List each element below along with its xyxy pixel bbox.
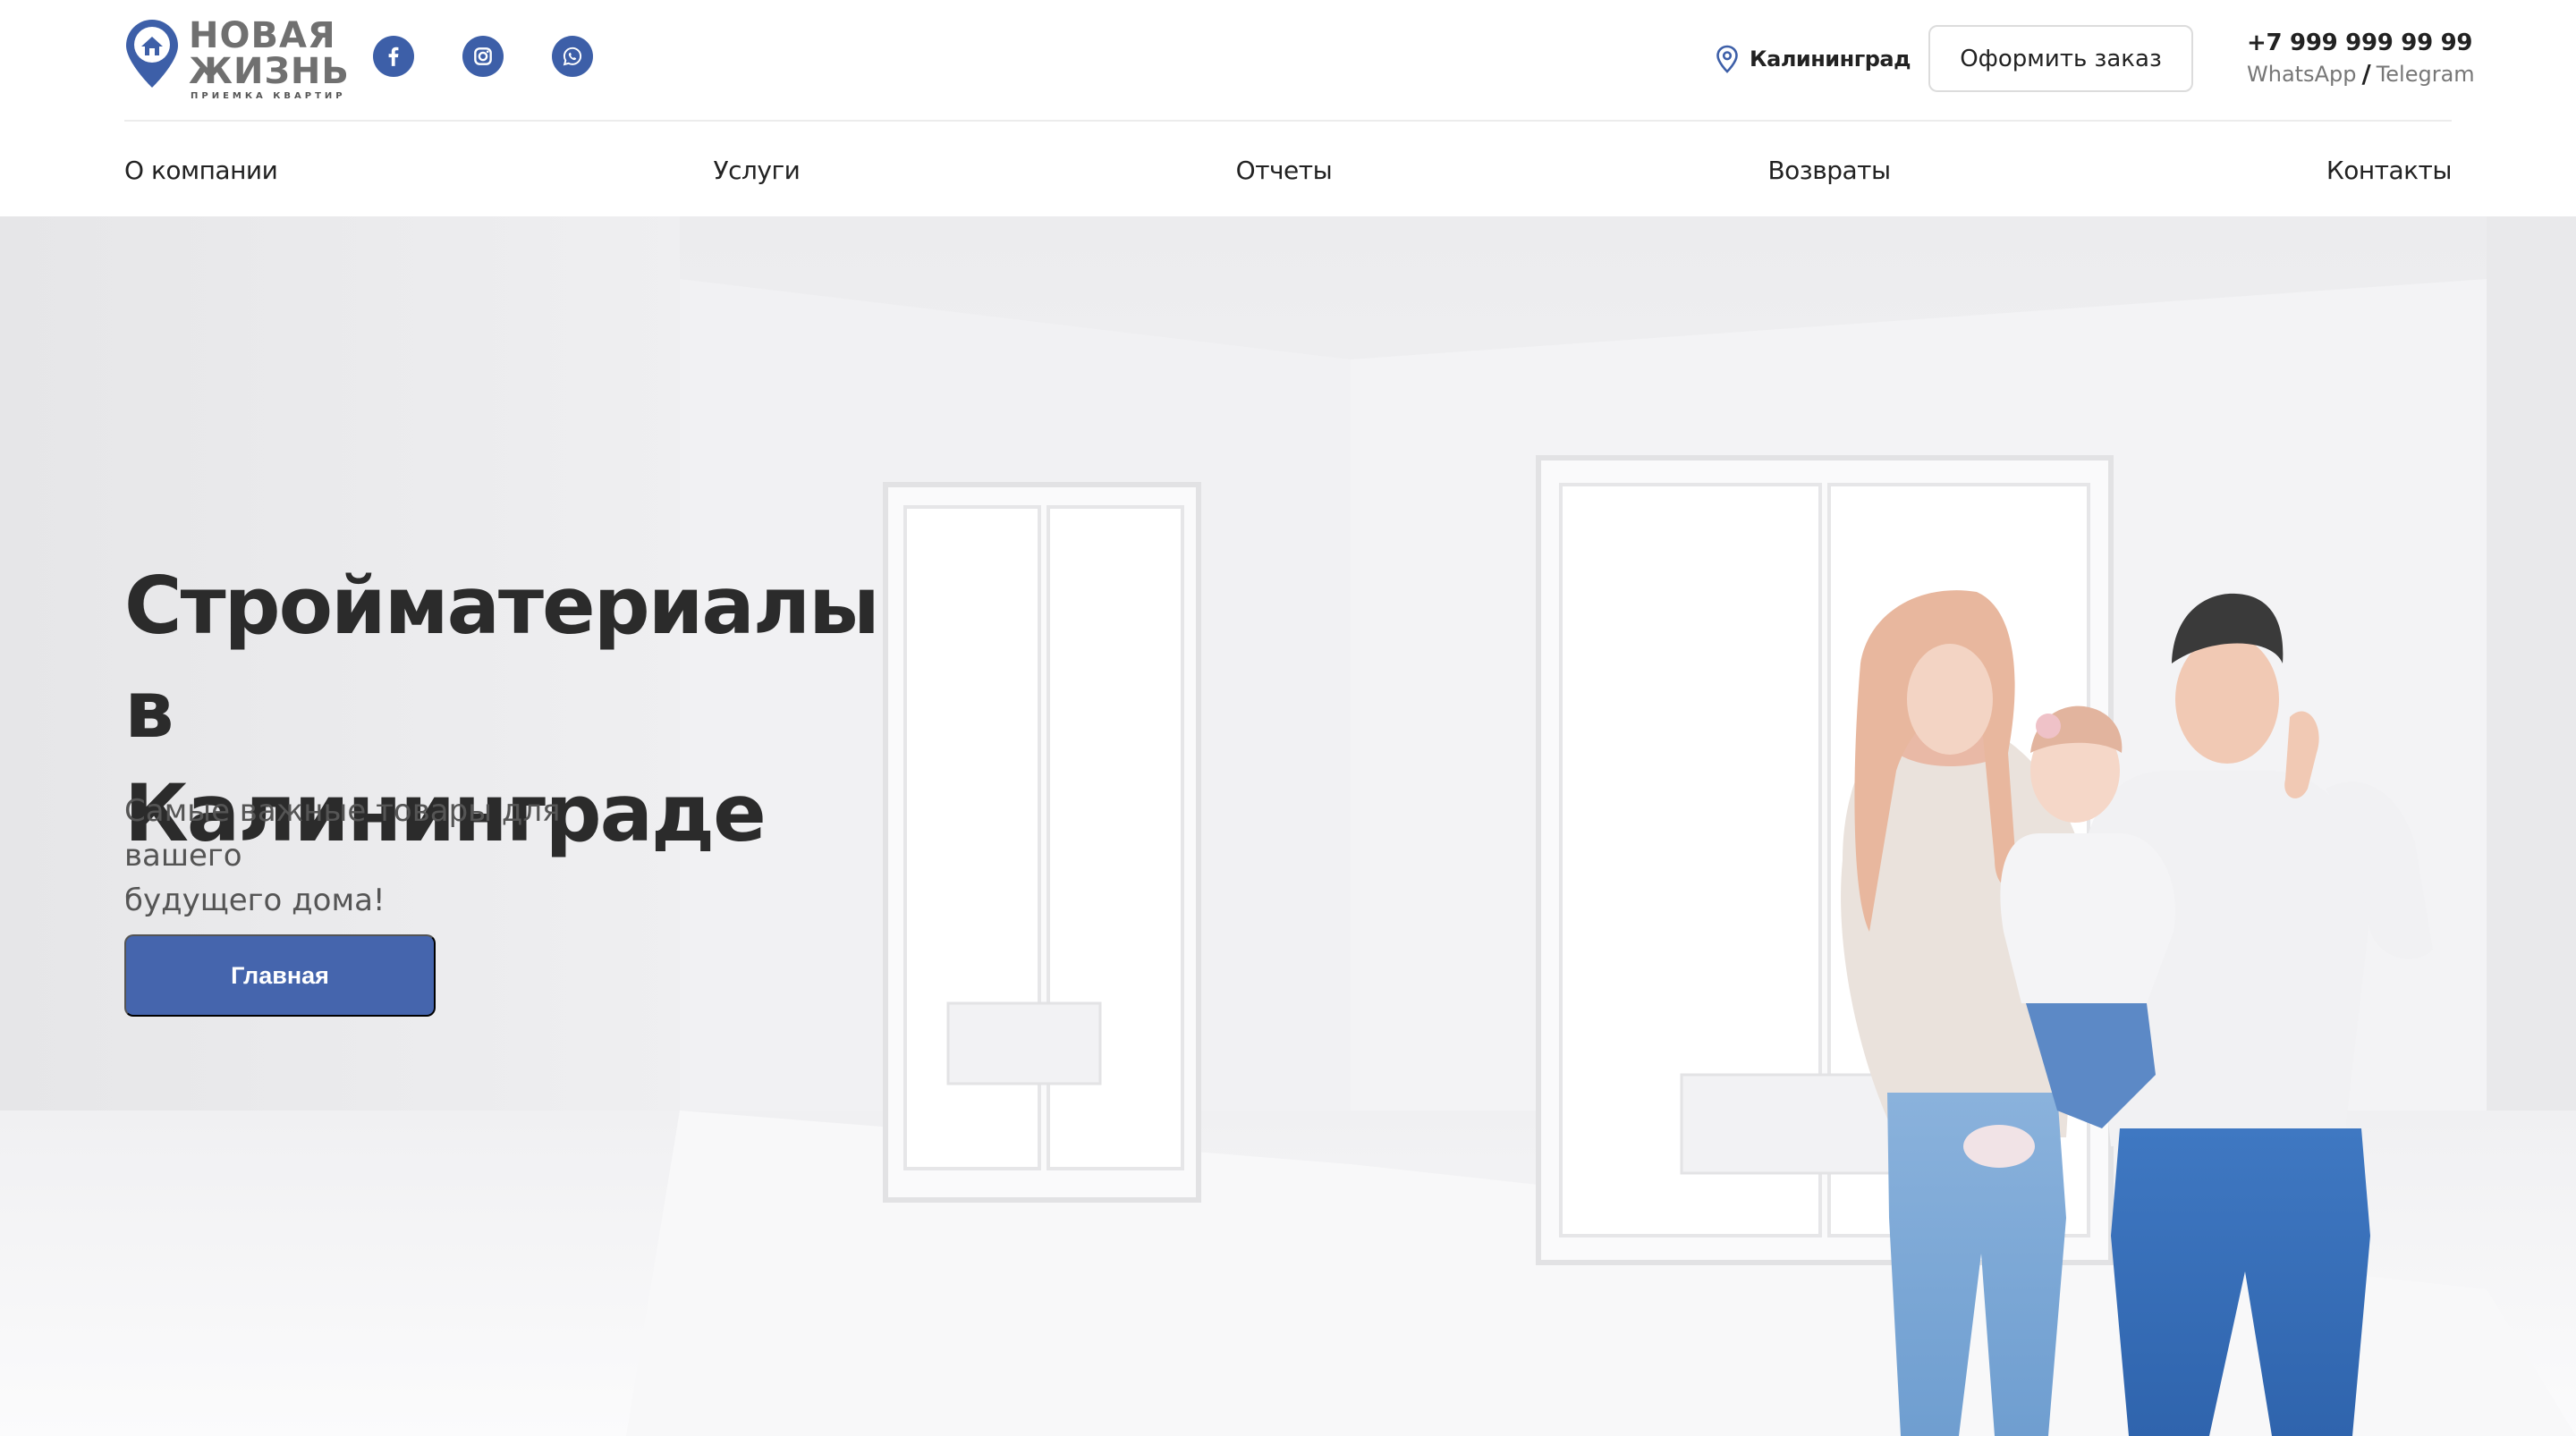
phone-link[interactable]: +7 999 999 99 99 bbox=[2247, 27, 2475, 59]
whatsapp-link[interactable] bbox=[552, 36, 593, 77]
hero-subtitle: Самые важные товары для вашего будущего … bbox=[124, 789, 679, 923]
facebook-icon bbox=[388, 46, 399, 66]
main-nav: О компании Услуги Отчеты Возвраты Контак… bbox=[124, 143, 2452, 197]
site-header: НОВАЯ ЖИЗНЬ ПРИЕМКА КВАРТИР Калининград … bbox=[0, 0, 2576, 216]
hero-subtitle-line1: Самые важные товары для вашего bbox=[124, 793, 561, 874]
logo-tagline: ПРИЕМКА КВАРТИР bbox=[191, 91, 346, 101]
instagram-link[interactable] bbox=[462, 36, 504, 77]
header-divider bbox=[124, 120, 2452, 122]
whatsapp-text-link[interactable]: WhatsApp bbox=[2247, 59, 2356, 89]
order-button[interactable]: Оформить заказ bbox=[1928, 25, 2193, 92]
nav-item-services[interactable]: Услуги bbox=[714, 156, 801, 185]
logo[interactable]: НОВАЯ ЖИЗНЬ ПРИЕМКА КВАРТИР bbox=[124, 18, 349, 101]
facebook-link[interactable] bbox=[373, 36, 414, 77]
city-name: Калининград bbox=[1750, 46, 1911, 72]
logo-name-line1: НОВАЯ bbox=[189, 15, 336, 56]
logo-text: НОВАЯ ЖИЗНЬ ПРИЕМКА КВАРТИР bbox=[189, 18, 350, 101]
messenger-separator: / bbox=[2361, 59, 2371, 89]
hero-section: Стройматериалы в Калининграде Самые важн… bbox=[0, 216, 2576, 1436]
nav-item-contacts[interactable]: Контакты bbox=[2326, 156, 2453, 185]
hero-main-button[interactable]: Главная bbox=[124, 934, 436, 1017]
nav-item-returns[interactable]: Возвраты bbox=[1767, 156, 1891, 185]
whatsapp-icon bbox=[563, 46, 582, 66]
nav-item-about[interactable]: О компании bbox=[124, 156, 278, 185]
home-pin-icon bbox=[126, 20, 178, 88]
hero-subtitle-line2: будущего дома! bbox=[124, 883, 386, 918]
hero-title-line1: Стройматериалы в bbox=[124, 560, 880, 756]
logo-name-line2: ЖИЗНЬ bbox=[189, 51, 350, 92]
location-pin-icon bbox=[1716, 45, 1738, 73]
city-selector[interactable]: Калининград bbox=[1716, 43, 1911, 75]
nav-item-reports[interactable]: Отчеты bbox=[1236, 156, 1333, 185]
instagram-icon bbox=[474, 47, 492, 65]
telegram-text-link[interactable]: Telegram bbox=[2377, 59, 2475, 89]
messenger-links: WhatsApp / Telegram bbox=[2247, 59, 2475, 89]
contact-block: +7 999 999 99 99 WhatsApp / Telegram bbox=[2247, 27, 2475, 89]
